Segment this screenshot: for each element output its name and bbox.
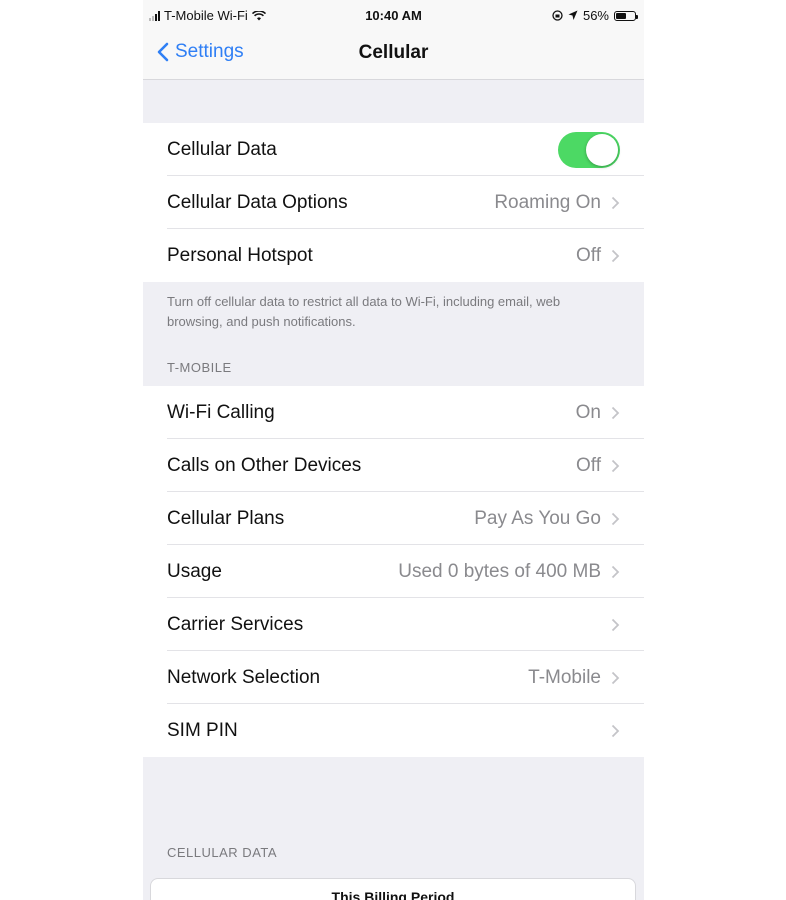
battery-icon (614, 10, 638, 21)
battery-percent: 56% (582, 8, 609, 23)
page-title: Cellular (358, 42, 429, 63)
carrier-group: Wi-Fi Calling On Calls on Other Devices … (143, 386, 644, 757)
row-label: Usage (167, 560, 222, 582)
row-label: Network Selection (167, 666, 321, 688)
row-cellular-plans[interactable]: Cellular Plans Pay As You Go (143, 492, 644, 545)
billing-period-card: This Billing Period (150, 878, 636, 900)
row-value: Used 0 bytes of 400 MB (398, 560, 601, 582)
status-bar: T-Mobile Wi-Fi 10:40 AM 56% (143, 0, 644, 34)
row-cellular-data-options[interactable]: Cellular Data Options Roaming On (143, 176, 644, 229)
row-value: On (575, 401, 601, 423)
status-right: 56% (552, 8, 638, 23)
top-bar: T-Mobile Wi-Fi 10:40 AM 56% Settings Cel… (143, 0, 644, 80)
row-calls-on-other-devices[interactable]: Calls on Other Devices Off (143, 439, 644, 492)
row-value: Roaming On (494, 191, 601, 213)
chevron-right-icon (611, 671, 620, 684)
cellular-data-toggle[interactable] (558, 131, 620, 168)
row-network-selection[interactable]: Network Selection T-Mobile (143, 651, 644, 704)
billing-period-title: This Billing Period (331, 889, 455, 900)
row-value: Off (576, 244, 601, 266)
cellular-data-footer-note: Turn off cellular data to restrict all d… (167, 294, 561, 329)
chevron-right-icon (611, 565, 620, 578)
navigation-bar: Settings Cellular (143, 34, 644, 80)
row-carrier-services[interactable]: Carrier Services (143, 598, 644, 651)
row-label: Wi-Fi Calling (167, 401, 275, 423)
location-arrow-icon (568, 10, 578, 20)
row-personal-hotspot[interactable]: Personal Hotspot Off (143, 229, 644, 282)
row-wifi-calling[interactable]: Wi-Fi Calling On (143, 386, 644, 439)
row-value: T-Mobile (528, 666, 601, 688)
row-label: Personal Hotspot (167, 244, 313, 266)
cellular-data-section-header: CELLULAR DATA (167, 845, 278, 860)
row-sim-pin[interactable]: SIM PIN (143, 704, 644, 757)
chevron-right-icon (611, 618, 620, 631)
chevron-right-icon (611, 196, 620, 209)
chevron-right-icon (611, 459, 620, 472)
chevron-right-icon (611, 249, 620, 262)
row-value: Off (576, 454, 601, 476)
orientation-lock-icon (552, 10, 563, 21)
row-cellular-data: Cellular Data (143, 123, 644, 176)
row-usage[interactable]: Usage Used 0 bytes of 400 MB (143, 545, 644, 598)
row-label: Cellular Data Options (167, 191, 348, 213)
chevron-right-icon (611, 512, 620, 525)
chevron-right-icon (611, 724, 620, 737)
chevron-right-icon (611, 406, 620, 419)
phone-screen: T-Mobile Wi-Fi 10:40 AM 56% Settings Cel… (143, 0, 644, 900)
row-label: Carrier Services (167, 613, 304, 635)
row-value: Pay As You Go (474, 507, 601, 529)
cellular-data-group: Cellular Data Cellular Data Options Roam… (143, 123, 644, 282)
row-label: Calls on Other Devices (167, 454, 362, 476)
row-label: Cellular Plans (167, 507, 285, 529)
row-label: SIM PIN (167, 719, 238, 741)
carrier-section-header: T-MOBILE (167, 360, 232, 375)
row-label: Cellular Data (167, 138, 277, 160)
